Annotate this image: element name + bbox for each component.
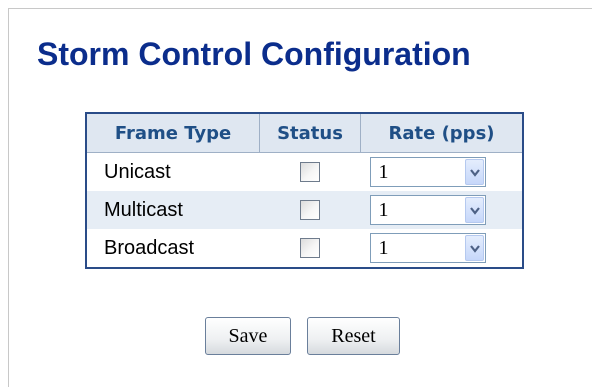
rate-cell: 1 bbox=[360, 191, 523, 229]
page-title: Storm Control Configuration bbox=[37, 36, 471, 72]
rate-select-value: 1 bbox=[378, 237, 389, 259]
status-cell bbox=[259, 229, 361, 268]
chevron-down-icon[interactable] bbox=[464, 197, 484, 223]
column-header-rate: Rate (pps) bbox=[360, 112, 524, 153]
column-header-status: Status bbox=[259, 112, 361, 153]
reset-button[interactable]: Reset bbox=[307, 317, 400, 355]
rate-select-value: 1 bbox=[378, 161, 389, 183]
multicast-rate-select[interactable]: 1 bbox=[369, 195, 486, 225]
column-header-frame-type: Frame Type bbox=[85, 112, 260, 153]
rate-cell: 1 bbox=[360, 229, 523, 268]
table-row-unicast: Unicast 1 bbox=[86, 152, 523, 191]
chevron-down-icon[interactable] bbox=[464, 159, 484, 185]
chevron-down-icon[interactable] bbox=[464, 235, 484, 261]
rate-select-value: 1 bbox=[378, 199, 389, 221]
multicast-status-checkbox[interactable] bbox=[300, 200, 320, 221]
frame-type-label: Multicast bbox=[86, 191, 260, 229]
status-cell bbox=[259, 191, 361, 229]
frame-type-label: Broadcast bbox=[86, 229, 260, 268]
table-row-broadcast: Broadcast 1 bbox=[86, 229, 523, 268]
table-header-row: Frame Type Status Rate (pps) bbox=[85, 112, 524, 153]
save-button[interactable]: Save bbox=[205, 317, 291, 355]
status-cell bbox=[259, 152, 361, 191]
broadcast-status-checkbox[interactable] bbox=[300, 238, 320, 259]
frame-type-label: Unicast bbox=[86, 152, 260, 191]
unicast-status-checkbox[interactable] bbox=[300, 162, 320, 183]
rate-cell: 1 bbox=[360, 152, 523, 191]
broadcast-rate-select[interactable]: 1 bbox=[369, 233, 486, 263]
storm-control-table: Frame Type Status Rate (pps) Unicast 1 M… bbox=[85, 112, 524, 269]
unicast-rate-select[interactable]: 1 bbox=[369, 157, 486, 187]
table-row-multicast: Multicast 1 bbox=[86, 191, 523, 229]
